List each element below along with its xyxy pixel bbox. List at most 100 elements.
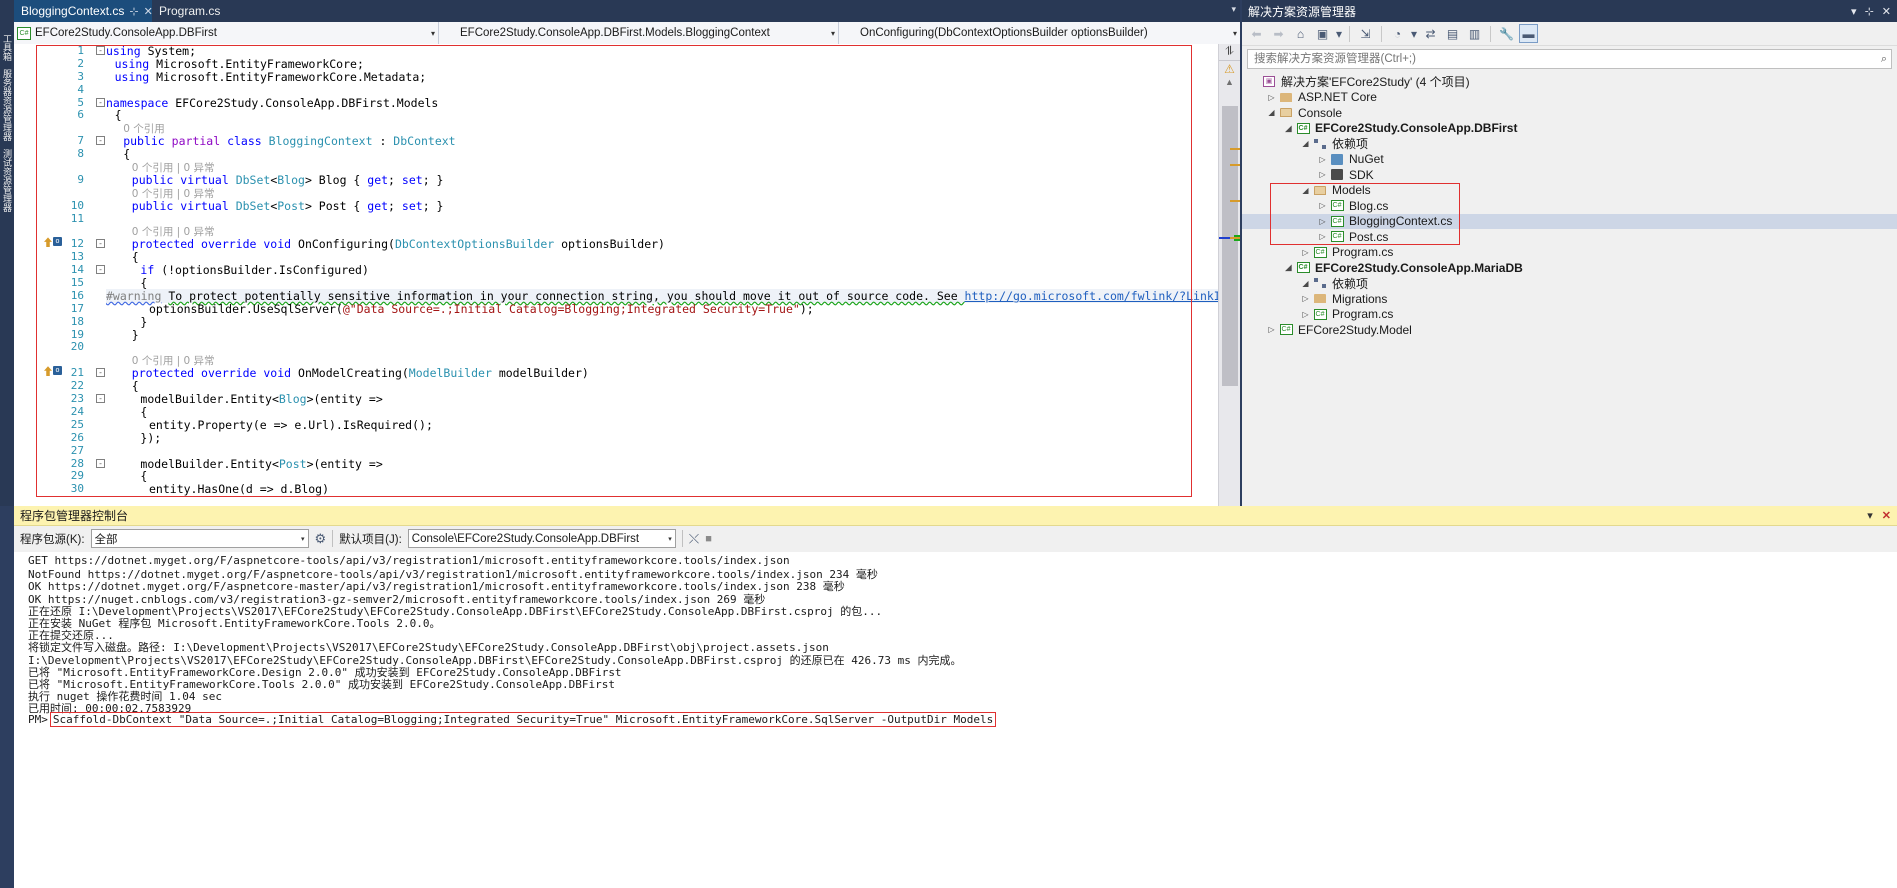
tree-item-efcore2study-consoleapp-dbfirst[interactable]: ◢ C# EFCore2Study.ConsoleApp.DBFirst: [1242, 121, 1897, 137]
pin-icon[interactable]: ⊹: [1865, 5, 1874, 18]
chevron-down-icon[interactable]: ▾: [1410, 24, 1418, 43]
code-line[interactable]: 22 {: [14, 379, 1240, 393]
code-text[interactable]: {: [140, 276, 147, 290]
code-line[interactable]: 6{: [14, 108, 1240, 122]
expander-open-icon[interactable]: ◢: [1299, 186, 1312, 195]
close-icon[interactable]: ✕: [1882, 509, 1891, 522]
code-line[interactable]: 18}: [14, 315, 1240, 329]
expander-open-icon[interactable]: ◢: [1282, 263, 1295, 272]
code-text[interactable]: protected override void OnModelCreating(…: [132, 366, 589, 380]
code-line[interactable]: 28 - modelBuilder.Entity<Post>(entity =>: [14, 457, 1240, 471]
code-text[interactable]: if (!optionsBuilder.IsConfigured): [140, 263, 369, 277]
code-text[interactable]: using System;: [106, 44, 196, 58]
tree-item-sdk[interactable]: ▷ SDK: [1242, 167, 1897, 183]
tree-item-[interactable]: ◢ 依赖项: [1242, 136, 1897, 152]
vtab-server-explorer[interactable]: 服务器资源管理器: [0, 65, 15, 145]
tree-item-efcore2study-consoleapp-mariadb[interactable]: ◢ C# EFCore2Study.ConsoleApp.MariaDB: [1242, 260, 1897, 276]
refresh-solution-icon[interactable]: ▣: [1313, 24, 1332, 43]
search-input[interactable]: [1252, 52, 1881, 66]
pane-icon[interactable]: ▬: [1519, 24, 1538, 43]
code-line[interactable]: 15 {: [14, 276, 1240, 290]
expander-closed-icon[interactable]: ▷: [1299, 248, 1312, 257]
expander-closed-icon[interactable]: ▷: [1299, 310, 1312, 319]
expander-closed-icon[interactable]: ▷: [1316, 201, 1329, 210]
code-line[interactable]: 2 using Microsoft.EntityFrameworkCore;: [14, 57, 1240, 71]
expander-closed-icon[interactable]: ▷: [1316, 170, 1329, 179]
pmc-output[interactable]: GET https://dotnet.myget.org/F/aspnetcor…: [14, 552, 1897, 888]
fold-toggle-icon[interactable]: -: [96, 394, 105, 404]
code-text[interactable]: {: [132, 250, 139, 264]
tree-item-post-cs[interactable]: ▷ C# Post.cs: [1242, 229, 1897, 245]
fold-toggle-icon[interactable]: -: [96, 97, 105, 107]
code-text[interactable]: entity.HasOne(d => d.Blog): [149, 482, 329, 496]
navbar-member-dropdown[interactable]: OnConfiguring(DbContextOptionsBuilder op…: [839, 22, 1240, 44]
code-text[interactable]: }: [132, 328, 139, 342]
tree-item-efcore2study-model[interactable]: ▷ C# EFCore2Study.Model: [1242, 322, 1897, 338]
code-line[interactable]: 9 public virtual DbSet<Blog> Blog { get; …: [14, 173, 1240, 187]
tabstrip-overflow-chevron-icon[interactable]: ▾: [1231, 4, 1236, 15]
expander-closed-icon[interactable]: ▷: [1299, 294, 1312, 303]
code-line[interactable]: 3 using Microsoft.EntityFrameworkCore.Met…: [14, 70, 1240, 84]
tree-item-asp-net-core[interactable]: ▷ ASP.NET Core: [1242, 90, 1897, 106]
code-text[interactable]: namespace EFCore2Study.ConsoleApp.DBFirs…: [106, 96, 438, 110]
collapse-all-icon[interactable]: ⇲: [1356, 24, 1375, 43]
code-line[interactable]: 25 entity.Property(e => e.Url).IsRequired…: [14, 418, 1240, 432]
code-text[interactable]: public partial class BloggingContext : D…: [123, 134, 455, 148]
wrench-icon[interactable]: 🔧: [1497, 24, 1516, 43]
tree-item-bloggingcontext-cs[interactable]: ▷ C# BloggingContext.cs: [1242, 213, 1897, 229]
chevron-down-icon[interactable]: ▾: [1227, 29, 1237, 38]
fold-toggle-icon[interactable]: -: [96, 239, 105, 249]
code-line[interactable]: 20: [14, 340, 1240, 353]
expander-open-icon[interactable]: ◢: [1299, 279, 1312, 288]
tree-item-nuget[interactable]: ▷ NuGet: [1242, 152, 1897, 168]
stop-icon[interactable]: ■: [705, 533, 712, 545]
chevron-down-icon[interactable]: ▾: [295, 535, 305, 543]
code-line[interactable]: o 12- protected override void OnConfigurin…: [14, 237, 1240, 251]
code-editor[interactable]: 1- using System; 2 using Microsoft.EntityFr…: [14, 44, 1240, 506]
chevron-down-icon[interactable]: ▾: [825, 29, 835, 38]
preview-icon[interactable]: ▥: [1465, 24, 1484, 43]
code-line[interactable]: 17 optionsBuilder.UseSqlServer(@"Data Sou…: [14, 302, 1240, 316]
expander-closed-icon[interactable]: ▷: [1316, 155, 1329, 164]
code-text[interactable]: public virtual DbSet<Post> Post { get; s…: [132, 199, 444, 213]
code-text[interactable]: {: [123, 147, 130, 161]
console-command[interactable]: Scaffold-DbContext "Data Source=.;Initia…: [49, 712, 997, 728]
tree-item-efcore2study-4[interactable]: ▣ 解决方案'EFCore2Study' (4 个项目): [1242, 74, 1897, 90]
code-line[interactable]: 19}: [14, 328, 1240, 342]
tree-item-models[interactable]: ◢ Models: [1242, 183, 1897, 199]
code-text[interactable]: }: [140, 315, 147, 329]
fold-toggle-icon[interactable]: -: [96, 368, 105, 378]
code-text[interactable]: modelBuilder.Entity<Post>(entity =>: [140, 457, 382, 471]
code-lines-container[interactable]: 1- using System; 2 using Microsoft.EntityFr…: [14, 44, 1240, 506]
code-line[interactable]: 4: [14, 83, 1240, 96]
code-line[interactable]: 8{: [14, 147, 1240, 161]
chevron-up-icon[interactable]: ▲: [1219, 77, 1240, 89]
close-icon[interactable]: ✕: [1882, 5, 1891, 18]
chevron-down-icon[interactable]: ▾: [662, 535, 672, 543]
chevron-down-icon[interactable]: ▾: [1851, 5, 1857, 18]
codelens-hint-line[interactable]: 0 个引用 | 0 异常: [14, 353, 1240, 367]
code-line[interactable]: 7 - public partial class BloggingContext :…: [14, 134, 1240, 148]
expander-open-icon[interactable]: ◢: [1299, 139, 1312, 148]
tree-item-program-cs[interactable]: ▷ C# Program.cs: [1242, 307, 1897, 323]
code-text[interactable]: using Microsoft.EntityFrameworkCore;: [115, 57, 364, 71]
console-prompt-line[interactable]: PM> Scaffold-DbContext "Data Source=.;Ini…: [28, 712, 1897, 728]
clear-console-icon[interactable]: ⤬: [689, 531, 699, 547]
solution-search-box[interactable]: ⌕: [1247, 49, 1892, 69]
split-view-icon[interactable]: ⥮: [1219, 44, 1240, 61]
code-line[interactable]: 16 #warning To protect potentially sensit…: [14, 288, 1240, 303]
sync-icon[interactable]: ⇄: [1421, 24, 1440, 43]
code-text[interactable]: {: [115, 108, 122, 122]
expander-open-icon[interactable]: ◢: [1282, 124, 1295, 133]
vtab-test-explorer[interactable]: 测试资源管理器: [0, 145, 15, 216]
tree-item-console[interactable]: ◢ Console: [1242, 105, 1897, 121]
home-icon[interactable]: ⌂: [1291, 24, 1310, 43]
codelens-hint-line[interactable]: 0 个引用 | 0 异常: [14, 224, 1240, 238]
code-line[interactable]: 14 - if (!optionsBuilder.IsConfigured): [14, 263, 1240, 277]
code-text[interactable]: });: [140, 431, 161, 445]
chevron-down-icon[interactable]: ▾: [1335, 24, 1343, 43]
code-line[interactable]: 5 - namespace EFCore2Study.ConsoleApp.DBFi…: [14, 96, 1240, 110]
code-text[interactable]: protected override void OnConfiguring(Db…: [132, 237, 665, 251]
code-text[interactable]: {: [140, 469, 147, 483]
tree-item-migrations[interactable]: ▷ Migrations: [1242, 291, 1897, 307]
